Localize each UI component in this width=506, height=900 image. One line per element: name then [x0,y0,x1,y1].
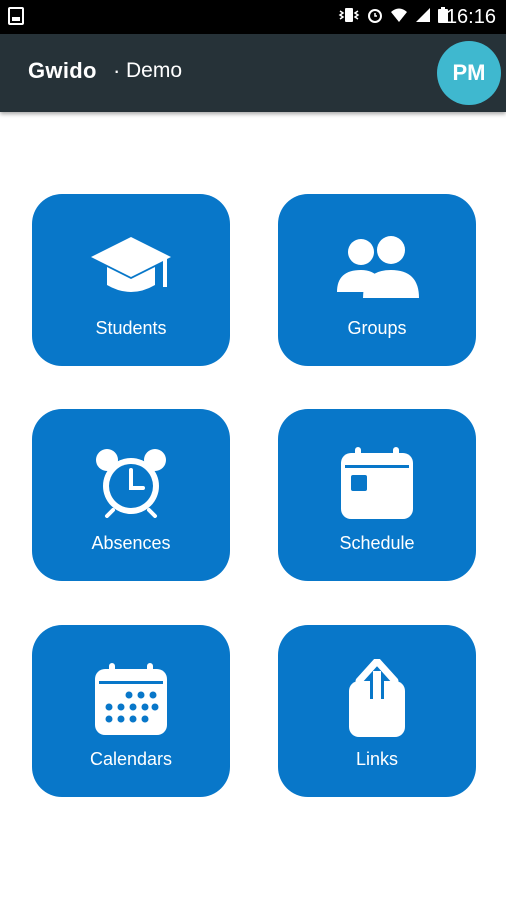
tile-label: Absences [91,533,171,553]
alarm-icon [367,7,383,28]
tile-schedule[interactable]: Schedule [278,409,476,581]
status-icons [338,6,448,28]
tile-label: Calendars [89,749,173,769]
avatar-initials: PM [452,60,486,85]
status-bar: 16:16 [0,0,506,34]
tile-label: Groups [347,318,407,338]
people-icon [278,230,476,306]
wifi-icon [390,7,408,28]
tile-label: Students [95,318,167,338]
tile-label: Links [355,749,399,769]
alarm-clock-icon [32,445,230,521]
tile-label: Schedule [339,533,415,553]
tile-absences[interactable]: Absences [32,409,230,581]
avatar[interactable]: PM [437,41,501,105]
graduation-cap-icon [32,230,230,306]
tile-students[interactable]: Students [32,194,230,366]
tile-groups[interactable]: Groups [278,194,476,366]
tile-calendars[interactable]: Calendars [32,625,230,797]
share-icon [278,659,476,737]
context-title[interactable]: Demo [126,59,182,83]
calendar-icon [278,445,476,521]
app-bar: Gwido · Demo PM [0,34,506,112]
signal-icon [415,7,431,28]
tile-links[interactable]: Links [278,625,476,797]
image-icon [8,7,24,25]
app-brand: Gwido [28,58,97,83]
vibrate-icon [338,7,360,28]
calendar-grid-icon [32,661,230,737]
title-separator: · [113,58,121,83]
status-time: 16:16 [445,6,496,28]
